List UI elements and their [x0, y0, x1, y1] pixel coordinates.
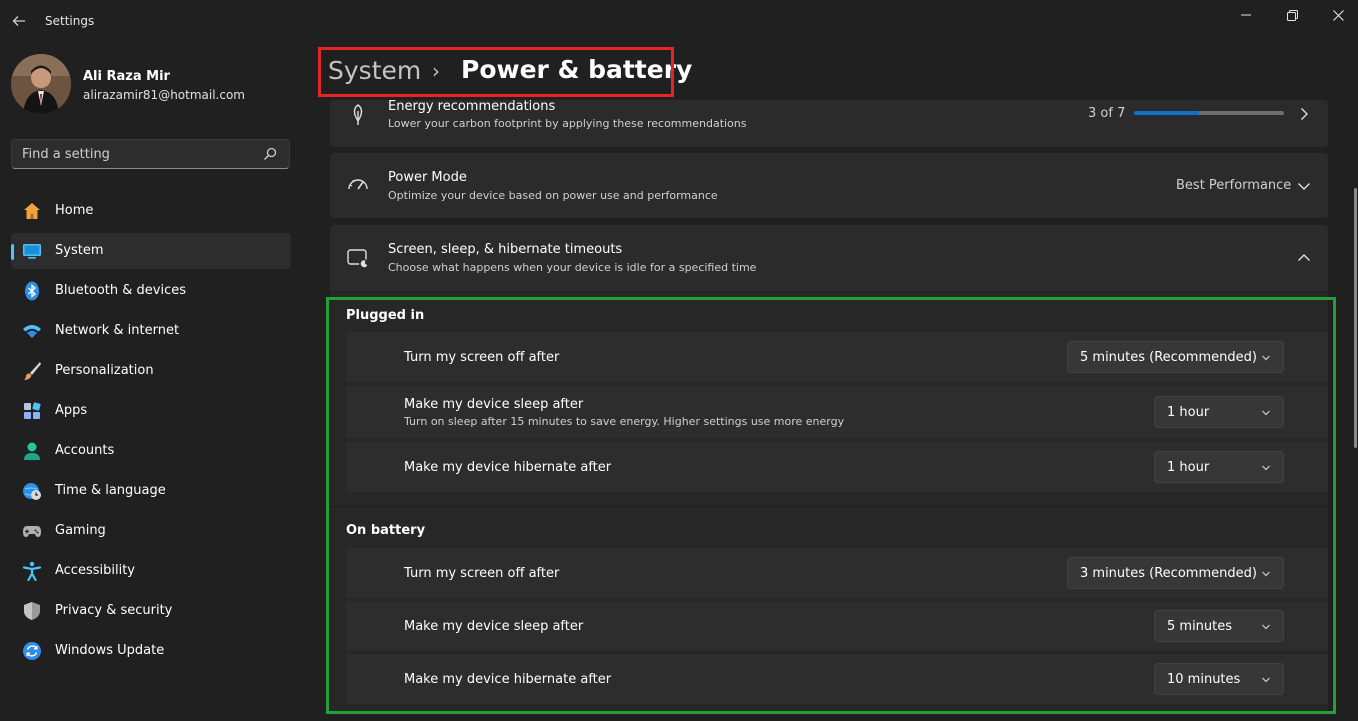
- timeouts-card[interactable]: Screen, sleep, & hibernate timeouts Choo…: [330, 225, 1328, 291]
- sidebar-item-accessibility[interactable]: Accessibility: [11, 553, 291, 589]
- power-mode-title: Power Mode: [388, 170, 467, 185]
- sidebar-item-label: Windows Update: [55, 643, 165, 658]
- chevron-right-icon: [1301, 108, 1308, 120]
- avatar[interactable]: [11, 54, 71, 114]
- sidebar-item-windows-update[interactable]: Windows Update: [11, 633, 291, 669]
- sidebar-item-time-language[interactable]: Time & language: [11, 473, 291, 509]
- sidebar-item-label: Gaming: [55, 523, 106, 538]
- screen-sleep-icon: [347, 249, 369, 269]
- sidebar-item-label: Network & internet: [55, 323, 180, 338]
- sidebar-item-privacy-security[interactable]: Privacy & security: [11, 593, 291, 629]
- accessibility-icon: [22, 561, 42, 581]
- wifi-icon: [23, 325, 41, 338]
- energy-recommendations-card[interactable]: Energy recommendations Lower your carbon…: [330, 100, 1328, 147]
- back-button[interactable]: [8, 10, 30, 32]
- energy-title: Energy recommendations: [388, 100, 556, 114]
- user-photo-icon: [11, 54, 71, 114]
- bluetooth-icon: [25, 281, 39, 301]
- restore-icon: [1286, 9, 1298, 21]
- scrollbar-thumb[interactable]: [1354, 188, 1357, 448]
- sidebar-item-network[interactable]: Network & internet: [11, 313, 291, 349]
- close-icon: [1332, 9, 1344, 21]
- sidebar-item-apps[interactable]: Apps: [11, 393, 291, 429]
- title-highlight-box: [318, 47, 674, 97]
- leaf-icon: [353, 104, 363, 125]
- search-icon[interactable]: [263, 147, 277, 161]
- chevron-up-icon[interactable]: [1296, 250, 1312, 266]
- power-mode-card[interactable]: Power Mode Optimize your device based on…: [330, 153, 1328, 218]
- sidebar-item-label: Home: [55, 203, 94, 218]
- energy-count: 3 of 7: [1088, 106, 1126, 121]
- paintbrush-icon: [24, 362, 41, 380]
- sidebar-item-label: Bluetooth & devices: [55, 283, 186, 298]
- search-input[interactable]: [22, 145, 252, 163]
- minimize-icon: [1241, 14, 1251, 16]
- apps-icon: [24, 402, 41, 419]
- sidebar-item-home[interactable]: Home: [11, 193, 291, 229]
- settings-highlight-box: [326, 297, 1336, 714]
- active-indicator: [11, 244, 14, 260]
- app-title: Settings: [45, 14, 95, 28]
- sidebar-item-gaming[interactable]: Gaming: [11, 513, 291, 549]
- maximize-button[interactable]: [1269, 0, 1315, 30]
- power-mode-desc: Optimize your device based on power use …: [388, 189, 718, 202]
- energy-progress-fill: [1134, 111, 1199, 115]
- update-icon: [23, 642, 41, 660]
- energy-progress-bar: [1134, 111, 1284, 115]
- power-mode-value[interactable]: Best Performance: [1176, 178, 1291, 193]
- sidebar-item-bluetooth[interactable]: Bluetooth & devices: [11, 273, 291, 309]
- sidebar-item-label: Personalization: [55, 363, 154, 378]
- timeouts-desc: Choose what happens when your device is …: [388, 261, 757, 274]
- sidebar-item-system[interactable]: System: [11, 233, 291, 269]
- sidebar-item-label: Accounts: [55, 443, 115, 458]
- chevron-down-icon[interactable]: [1296, 178, 1312, 194]
- shield-icon: [24, 602, 40, 620]
- sidebar-item-label: Privacy & security: [55, 603, 173, 618]
- sidebar-item-label: Accessibility: [55, 563, 135, 578]
- user-name: Ali Raza Mir: [83, 69, 170, 84]
- home-icon: [24, 203, 40, 219]
- close-button[interactable]: [1315, 0, 1358, 30]
- speedometer-icon: [348, 179, 368, 190]
- monitor-icon: [23, 244, 41, 259]
- sidebar-item-accounts[interactable]: Accounts: [11, 433, 291, 469]
- user-email: alirazamir81@hotmail.com: [83, 88, 245, 102]
- search-box[interactable]: [11, 139, 290, 169]
- energy-desc: Lower your carbon footprint by applying …: [388, 117, 747, 130]
- minimize-button[interactable]: [1223, 0, 1269, 30]
- gamepad-icon: [23, 526, 41, 537]
- sidebar-item-label: System: [55, 243, 104, 258]
- globe-clock-icon: [23, 483, 41, 500]
- timeouts-title: Screen, sleep, & hibernate timeouts: [388, 242, 623, 257]
- person-icon: [24, 442, 40, 460]
- sidebar-item-personalization[interactable]: Personalization: [11, 353, 291, 389]
- back-arrow-icon: [12, 16, 25, 26]
- sidebar-item-label: Apps: [55, 403, 88, 418]
- sidebar-item-label: Time & language: [55, 483, 166, 498]
